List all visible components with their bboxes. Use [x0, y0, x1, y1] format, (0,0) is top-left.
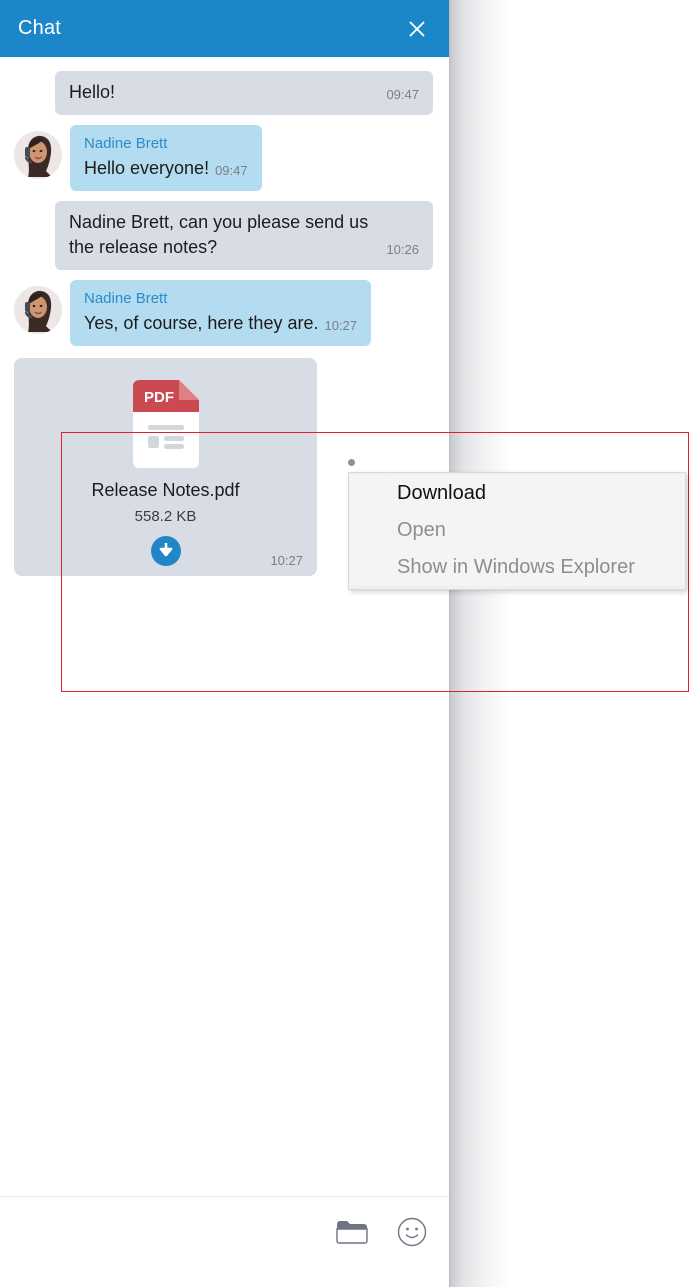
message-bubble[interactable]: Nadine Brett Yes, of course, here they a… [70, 280, 372, 346]
cursor-indicator [348, 459, 355, 466]
context-menu-item-open[interactable]: Open [349, 512, 685, 549]
panel-drop-shadow [449, 0, 511, 1287]
file-timestamp: 10:27 [270, 553, 303, 568]
message-row: Nadine Brett Yes, of course, here they a… [14, 280, 433, 346]
avatar[interactable] [14, 131, 62, 179]
message-list: Hello! 09:47 Nadine Brett Hello everyone… [0, 57, 449, 1287]
close-icon [407, 19, 427, 39]
message-text: Hello! [69, 82, 116, 102]
message-bubble[interactable]: Hello! 09:47 [55, 71, 433, 115]
context-menu-item-label: Show in Windows Explorer [397, 556, 635, 578]
message-timestamp: 09:47 [215, 163, 248, 178]
context-menu[interactable]: Download Open Show in Windows Explorer [348, 472, 686, 590]
context-menu-item-show-in-explorer[interactable]: Show in Windows Explorer [349, 549, 685, 586]
download-icon[interactable] [150, 536, 181, 566]
message-bubble[interactable]: Nadine Brett, can you please send us the… [55, 201, 433, 270]
avatar-image [14, 131, 62, 179]
composer-toolbar [0, 1197, 449, 1287]
svg-text:PDF: PDF [144, 389, 174, 406]
context-menu-item-download[interactable]: Download [349, 475, 685, 512]
file-attachment-card[interactable]: PDF Release Notes.pdf 558.2 KB 10:27 [14, 358, 317, 576]
folder-icon[interactable] [333, 1213, 371, 1251]
message-text: Hello everyone! [84, 158, 210, 178]
message-text: Nadine Brett, can you please send us the… [69, 212, 369, 257]
message-row: Nadine Brett Hello everyone! 09:47 [14, 125, 433, 191]
message-sender: Nadine Brett [84, 135, 168, 152]
message-timestamp: 09:47 [386, 87, 419, 102]
app-root: Chat Hello! 09:47 Nadine Brett Hello eve… [0, 0, 693, 1287]
message-text: Yes, of course, here they are. [84, 313, 319, 333]
close-button[interactable] [397, 9, 437, 49]
message-sender: Nadine Brett [84, 290, 168, 307]
context-menu-item-label: Download [397, 482, 486, 504]
message-bubble[interactable]: Nadine Brett Hello everyone! 09:47 [70, 125, 262, 191]
message-timestamp: 10:27 [324, 318, 358, 333]
smiley-icon[interactable] [393, 1213, 431, 1251]
message-timestamp: 10:26 [386, 242, 419, 257]
pdf-file-icon: PDF [129, 380, 203, 468]
file-name: Release Notes.pdf [91, 480, 240, 500]
chat-header: Chat [0, 0, 449, 57]
avatar-image [14, 286, 62, 334]
context-menu-item-label: Open [397, 519, 446, 541]
chat-panel: Chat Hello! 09:47 Nadine Brett Hello eve… [0, 0, 449, 1287]
file-size: 558.2 KB [134, 508, 197, 525]
page-title: Chat [18, 17, 62, 39]
avatar[interactable] [14, 286, 62, 334]
message-row: Hello! 09:47 [14, 71, 433, 115]
message-row: Nadine Brett, can you please send us the… [14, 201, 433, 270]
